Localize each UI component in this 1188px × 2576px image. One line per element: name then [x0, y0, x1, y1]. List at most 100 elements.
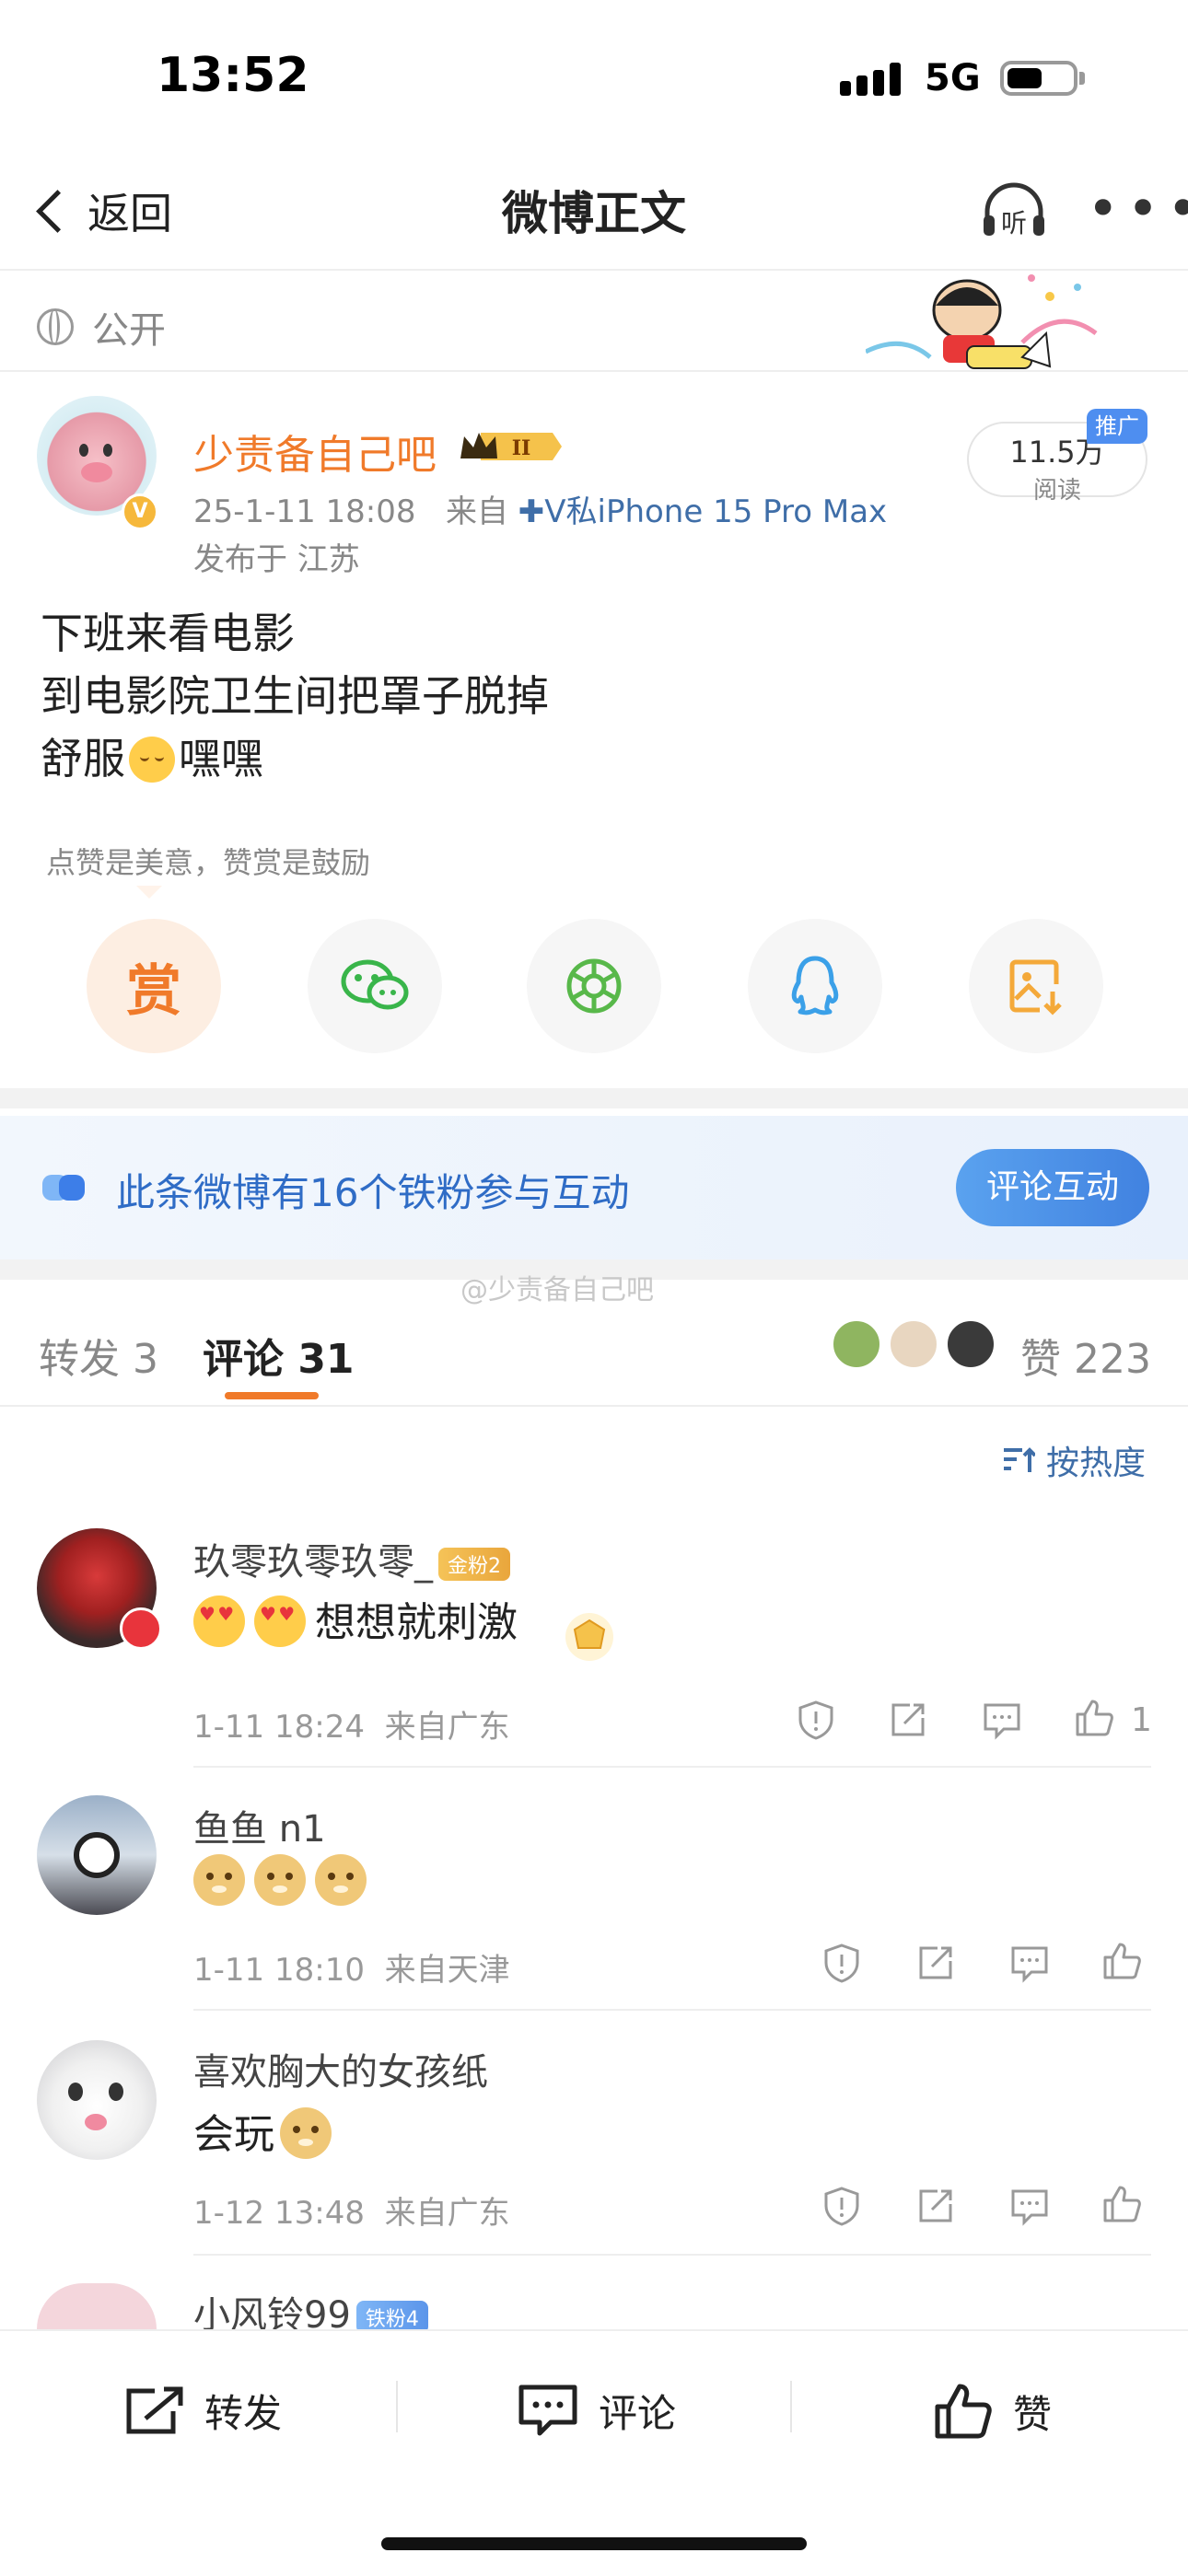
comment-divider [193, 2009, 1151, 2011]
comment-meta: 1-12 13:48 来自广东 [193, 2195, 510, 2232]
heart-eyes-emoji-icon [193, 1595, 245, 1647]
commenter-avatar[interactable] [37, 2283, 157, 2329]
repost-icon [126, 2386, 183, 2433]
post-meta: 25-1-11 18:08 来自 ✚V私iPhone 15 Pro Max [193, 486, 887, 531]
post-location: 发布于 江苏 [193, 541, 360, 578]
active-tab-indicator [225, 1392, 319, 1399]
thumbs-up-icon [935, 2384, 992, 2439]
reward-hint: 点赞是美意，赞赏是鼓励 [46, 845, 371, 880]
comment-meta: 1-11 18:24 来自广东 [193, 1709, 510, 1746]
network-type: 5G [925, 57, 981, 99]
sort-label: 按热度 [1046, 1445, 1147, 1482]
fans-interaction-icon [42, 1175, 85, 1201]
reply-icon[interactable] [1009, 1943, 1050, 1987]
reward-icon: 赏 [126, 958, 181, 1024]
section-divider [0, 1088, 1188, 1108]
save-image-button[interactable] [969, 919, 1103, 1053]
author-name[interactable]: 少责备自己吧 [193, 422, 437, 481]
fan-badge: 金粉2 [438, 1548, 510, 1581]
moments-icon [566, 958, 622, 1014]
listen-label: 听 [1001, 208, 1027, 238]
doge-emoji-icon [315, 1854, 367, 1906]
qq-icon [791, 956, 839, 1015]
vip-badge-icon [120, 1607, 162, 1650]
headphone-icon: 听 [984, 182, 1044, 238]
commenter-avatar[interactable] [37, 2040, 157, 2160]
post-content: 下班来看电影 到电影院卫生间把罩子脱掉 舒服 嘿嘿 [41, 602, 549, 790]
heart-eyes-emoji-icon [254, 1595, 306, 1647]
share-moments-button[interactable] [527, 919, 661, 1053]
like-icon[interactable] [1101, 2184, 1142, 2228]
comment-text [193, 1854, 376, 1906]
reply-icon[interactable] [1009, 2186, 1050, 2230]
level-badge-text: II [512, 436, 531, 460]
visibility-label: 公开 [92, 309, 166, 352]
commenter-name[interactable]: 鱼鱼 n1 [193, 1799, 326, 1852]
comment-interact-button[interactable]: 评论互动 [956, 1149, 1149, 1226]
promo-tag: 推广 [1087, 409, 1147, 444]
more-icon[interactable]: ••• [1087, 181, 1188, 237]
watermark: @少责备自己吧 [460, 1274, 654, 1306]
share-icon[interactable] [915, 1943, 956, 1987]
tab-repost[interactable]: 转发 3 [39, 1326, 158, 1385]
commenter-name[interactable]: 喜欢胸大的女孩纸 [193, 2042, 488, 2095]
source-prefix: 来自 [445, 493, 508, 530]
comment-text: 想想就刺激 [193, 1589, 518, 1648]
like-icon[interactable] [1074, 1698, 1114, 1742]
sort-icon [1004, 1447, 1035, 1472]
reply-icon[interactable] [982, 1700, 1022, 1744]
like-count: 1 [1131, 1701, 1152, 1739]
verified-icon: V [122, 493, 158, 530]
comment-button[interactable]: 评论 [518, 2383, 676, 2439]
liker-avatar[interactable] [831, 1318, 882, 1370]
like-label: 赞 [1013, 2391, 1053, 2437]
comment-icon [518, 2385, 577, 2435]
globe-icon [37, 308, 74, 345]
battery-icon [1000, 61, 1077, 96]
liker-avatar[interactable] [945, 1318, 996, 1370]
share-qq-button[interactable] [748, 919, 882, 1053]
report-icon[interactable] [796, 1700, 836, 1744]
read-label: 阅读 [1032, 477, 1081, 505]
repost-label: 转发 [204, 2391, 283, 2436]
save-image-icon [1009, 959, 1062, 1015]
comment-divider [193, 2254, 1151, 2256]
listen-button[interactable]: 听 [980, 180, 1048, 241]
share-icon[interactable] [888, 1700, 928, 1744]
repost-button[interactable]: 转发 [123, 2383, 282, 2439]
comment-divider [193, 1766, 1151, 1768]
sort-button[interactable]: 按热度 [1002, 1436, 1146, 1484]
commenter-avatar[interactable] [37, 1795, 157, 1915]
toolbar-divider [790, 2381, 792, 2432]
status-time: 13:52 [157, 48, 309, 103]
toolbar-divider [396, 2381, 398, 2432]
tab-comment[interactable]: 评论 31 [203, 1326, 355, 1385]
like-button[interactable]: 赞 [934, 2383, 1052, 2440]
fans-banner-text: 此条微博有16个铁粉参与互动 [116, 1170, 630, 1215]
cartoon-sticker [866, 274, 1098, 369]
post-line-2: 到电影院卫生间把罩子脱掉 [41, 671, 549, 721]
post-line-1: 下班来看电影 [41, 609, 295, 658]
liker-avatar[interactable] [888, 1318, 939, 1370]
commenter-name[interactable]: 玖零玖零玖零_ 金粉2 [193, 1532, 510, 1585]
like-icon[interactable] [1101, 1941, 1142, 1985]
gold-badge-decoration-icon [565, 1613, 613, 1661]
hint-arrow [136, 886, 162, 899]
comment-text: 会玩 [193, 2101, 341, 2160]
report-icon[interactable] [821, 2186, 862, 2230]
tab-likes[interactable]: 赞 223 [1020, 1326, 1151, 1385]
member-crown-badge[interactable]: II [457, 427, 564, 466]
signal-icon [840, 63, 906, 96]
doge-emoji-icon [193, 1854, 245, 1906]
comment-label: 评论 [599, 2391, 677, 2436]
share-wechat-button[interactable] [308, 919, 442, 1053]
doge-emoji-icon [254, 1854, 306, 1906]
reward-button[interactable]: 赏 [87, 919, 221, 1053]
comment-meta: 1-11 18:10 来自天津 [193, 1952, 510, 1989]
client-link[interactable]: ✚V私iPhone 15 Pro Max [518, 493, 887, 530]
post-line-3: 舒服 嘿嘿 [41, 734, 263, 783]
visibility-row: 公开 [37, 300, 166, 354]
share-icon[interactable] [915, 2186, 956, 2230]
report-icon[interactable] [821, 1943, 862, 1987]
wechat-icon [341, 959, 409, 1010]
